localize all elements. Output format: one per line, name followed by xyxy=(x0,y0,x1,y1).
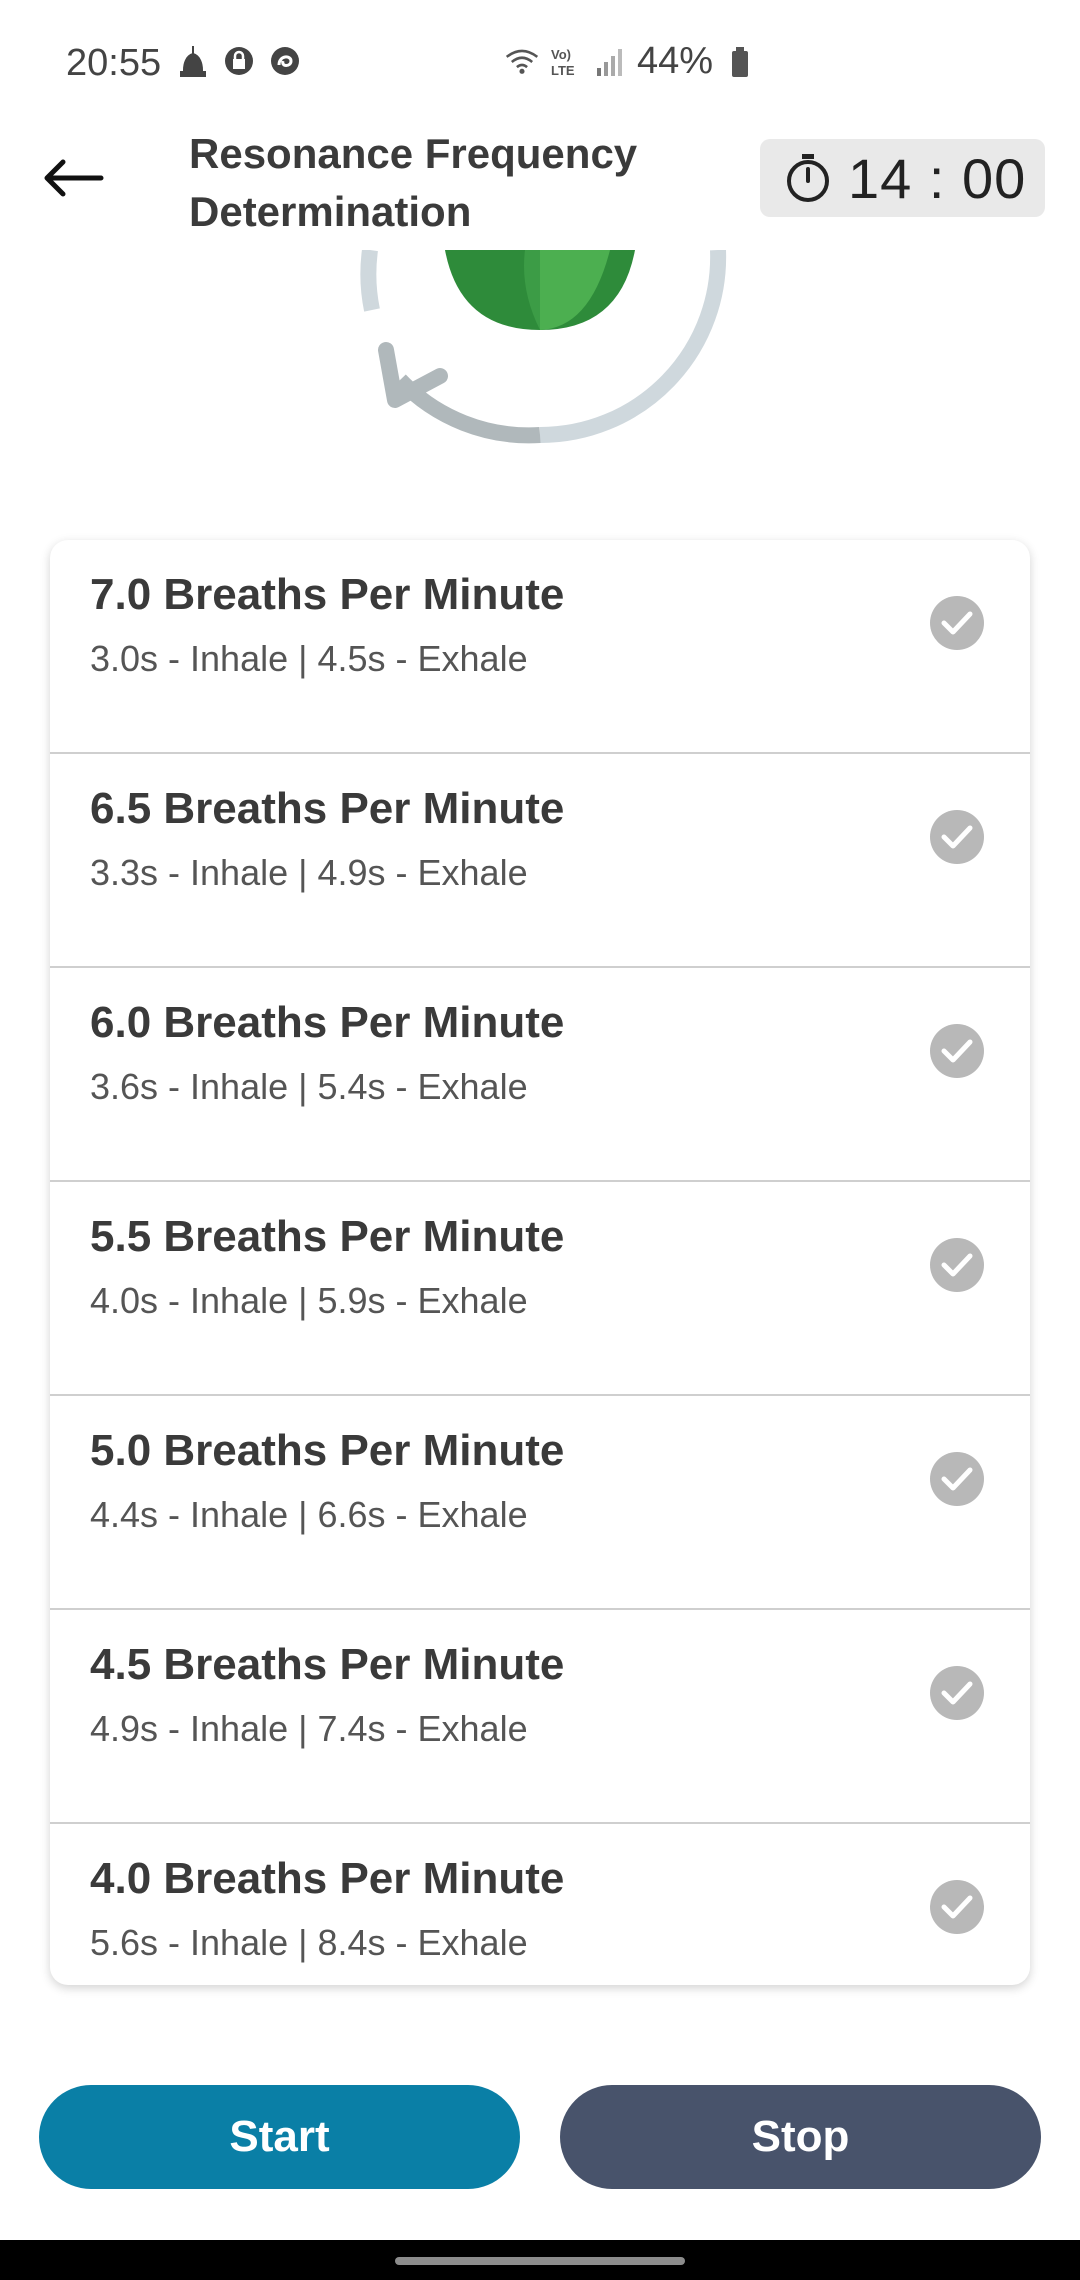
svg-text:Vo): Vo) xyxy=(551,47,571,62)
app-icon xyxy=(268,44,302,78)
check-icon xyxy=(930,1880,984,1934)
list-item-title: 6.0 Breaths Per Minute xyxy=(90,998,565,1047)
list-item[interactable]: 6.5 Breaths Per Minute 3.3s - Inhale | 4… xyxy=(50,754,1030,968)
timer-value: 14 : 00 xyxy=(848,146,1027,210)
list-item-subtitle: 3.6s - Inhale | 5.4s - Exhale xyxy=(90,1066,528,1107)
arrow-left-icon xyxy=(44,159,104,197)
stop-button[interactable]: Stop xyxy=(560,2085,1041,2189)
stopwatch-icon xyxy=(787,154,829,202)
check-icon xyxy=(930,810,984,864)
list-item[interactable]: 6.0 Breaths Per Minute 3.6s - Inhale | 5… xyxy=(50,968,1030,1182)
list-item-title: 7.0 Breaths Per Minute xyxy=(90,570,565,619)
page-title: Resonance Frequency Determination xyxy=(189,130,638,235)
battery-icon xyxy=(723,45,757,79)
list-item-title: 6.5 Breaths Per Minute xyxy=(90,784,565,833)
list-item-title: 5.5 Breaths Per Minute xyxy=(90,1212,565,1261)
lock-icon xyxy=(222,44,256,78)
list-item[interactable]: 5.5 Breaths Per Minute 4.0s - Inhale | 5… xyxy=(50,1182,1030,1396)
check-icon xyxy=(930,596,984,650)
check-icon xyxy=(930,1238,984,1292)
wifi-icon xyxy=(505,45,539,79)
list-item[interactable]: 4.5 Breaths Per Minute 4.9s - Inhale | 7… xyxy=(50,1610,1030,1824)
list-item-title: 4.0 Breaths Per Minute xyxy=(90,1854,565,1903)
breathing-cycle-graphic xyxy=(340,248,740,450)
app-header: Resonance Frequency Determination 14 : 0… xyxy=(0,125,1080,250)
home-gesture-handle[interactable] xyxy=(395,2257,685,2265)
list-item-subtitle: 3.3s - Inhale | 4.9s - Exhale xyxy=(90,852,528,893)
list-item-subtitle: 5.6s - Inhale | 8.4s - Exhale xyxy=(90,1922,528,1963)
list-item-title: 4.5 Breaths Per Minute xyxy=(90,1640,565,1689)
list-item-subtitle: 4.0s - Inhale | 5.9s - Exhale xyxy=(90,1280,528,1321)
check-icon xyxy=(930,1024,984,1078)
check-icon xyxy=(930,1452,984,1506)
volte-icon: Vo) LTE xyxy=(549,45,583,79)
notification-icon xyxy=(176,44,210,78)
signal-icon xyxy=(593,45,627,79)
list-item-title: 5.0 Breaths Per Minute xyxy=(90,1426,565,1475)
svg-text:LTE: LTE xyxy=(551,63,575,78)
system-nav-bar xyxy=(0,2240,1080,2280)
breath-rate-list: 7.0 Breaths Per Minute 3.0s - Inhale | 4… xyxy=(50,540,1030,1985)
list-item[interactable]: 5.0 Breaths Per Minute 4.4s - Inhale | 6… xyxy=(50,1396,1030,1610)
back-button[interactable] xyxy=(38,143,108,213)
battery-percent: 44% xyxy=(637,40,714,82)
list-item[interactable]: 7.0 Breaths Per Minute 3.0s - Inhale | 4… xyxy=(50,540,1030,754)
start-button[interactable]: Start xyxy=(39,2085,520,2189)
check-icon xyxy=(930,1666,984,1720)
session-timer: 14 : 00 xyxy=(760,139,1045,217)
status-bar: 20:55 Vo) LTE 44% xyxy=(0,0,1080,125)
list-item-subtitle: 4.4s - Inhale | 6.6s - Exhale xyxy=(90,1494,528,1535)
list-item-subtitle: 4.9s - Inhale | 7.4s - Exhale xyxy=(90,1708,528,1749)
list-item[interactable]: 4.0 Breaths Per Minute 5.6s - Inhale | 8… xyxy=(50,1824,1030,1985)
list-item-subtitle: 3.0s - Inhale | 4.5s - Exhale xyxy=(90,638,528,679)
status-time: 20:55 xyxy=(66,42,162,84)
